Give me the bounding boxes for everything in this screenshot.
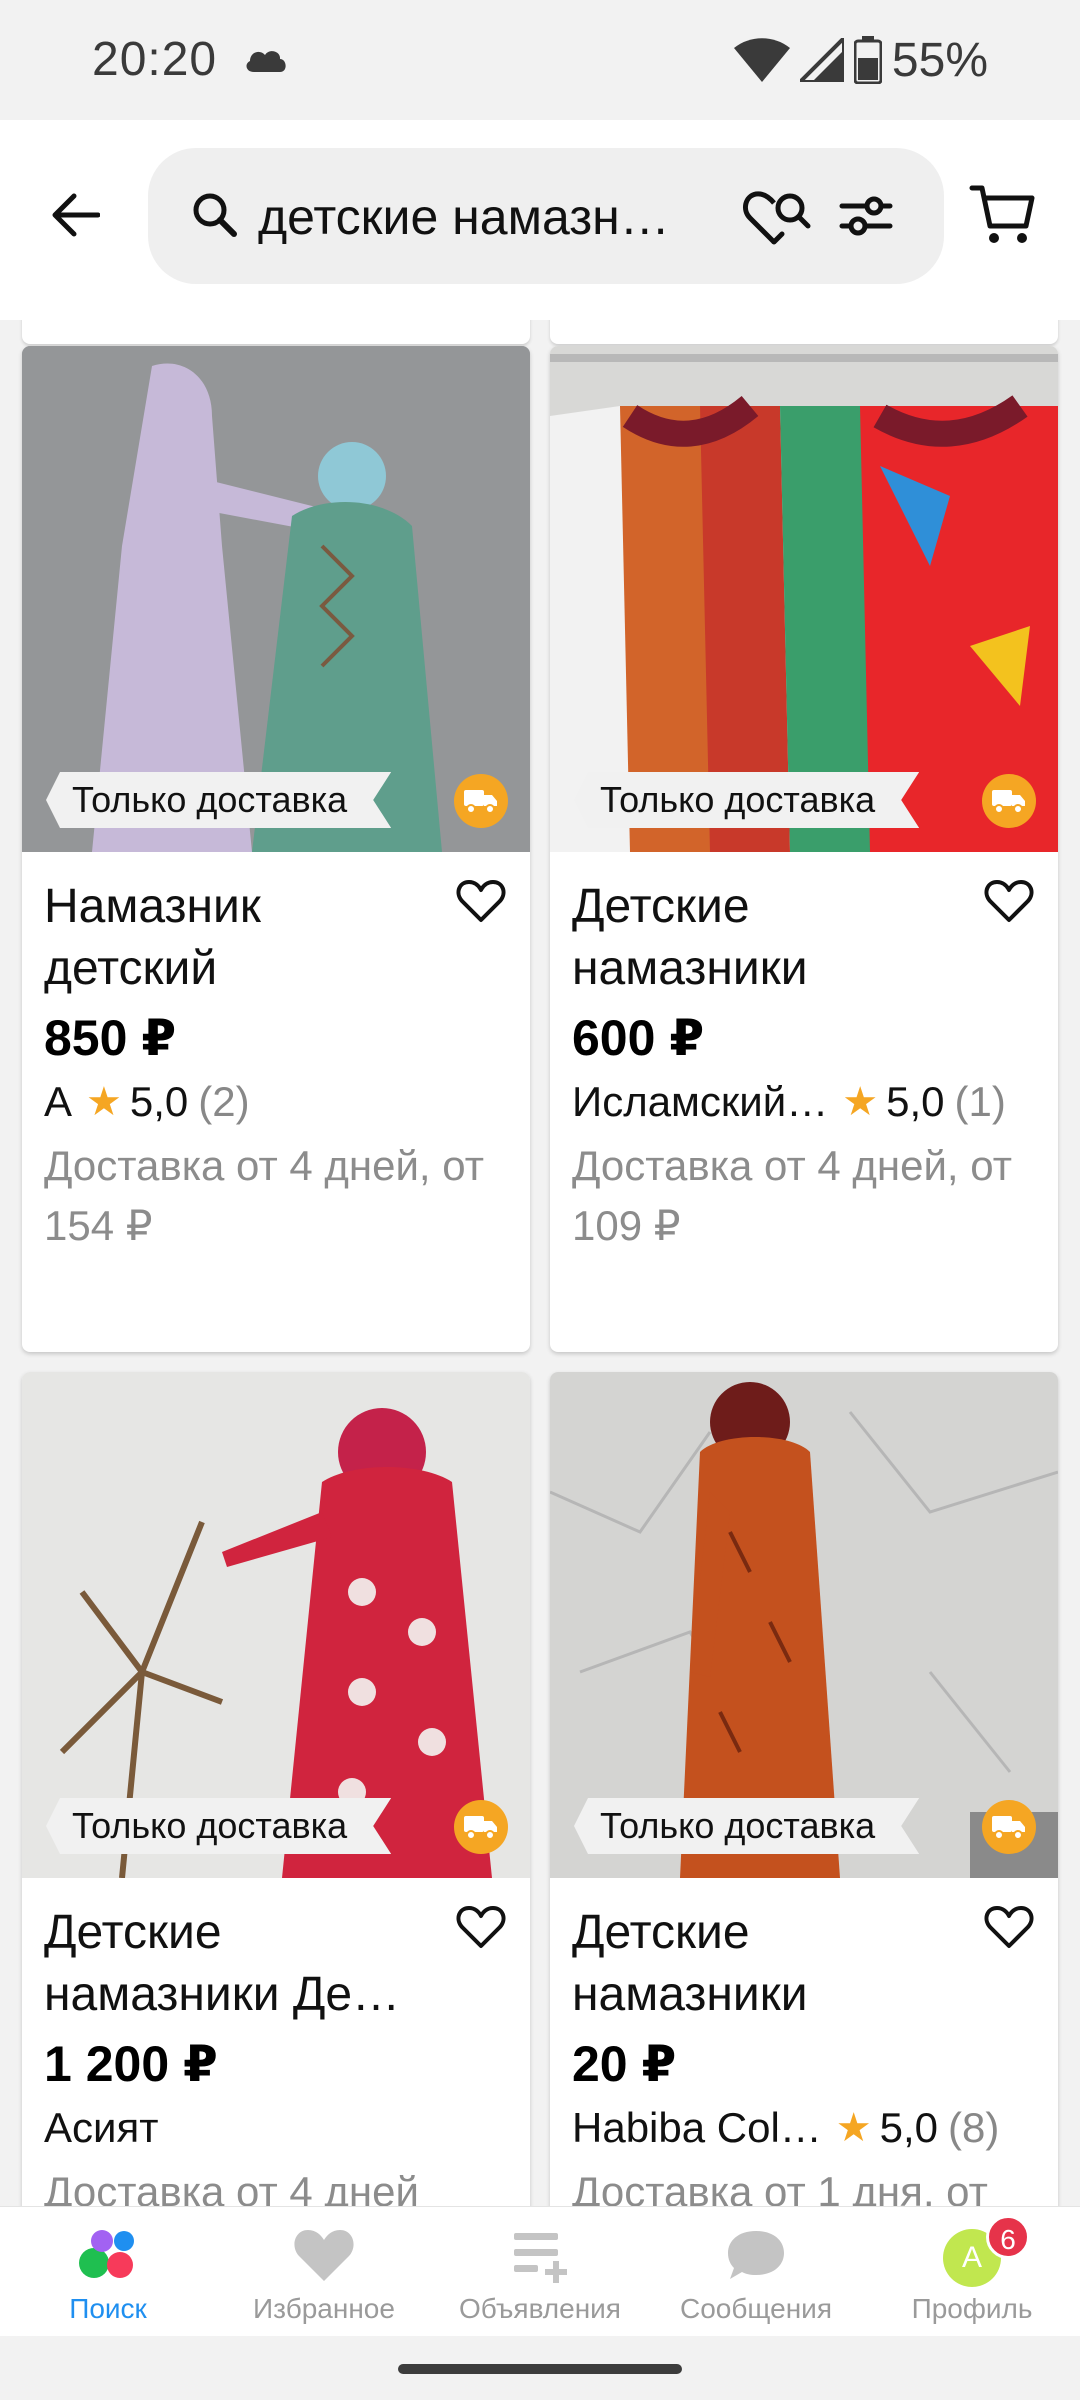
search-icon — [193, 193, 237, 237]
back-button[interactable] — [40, 180, 110, 250]
delivery-info: Доставка от 4 дней — [44, 2168, 419, 2206]
delivery-info: Доставка от 1 дня, от — [572, 2168, 988, 2206]
seller-row: Исламский… ★ 5,0 (1) — [572, 1072, 1036, 1132]
heart-icon[interactable] — [456, 1904, 506, 1950]
search-tab-icon — [79, 2230, 134, 2278]
nav-search[interactable]: Поиск — [0, 2207, 216, 2337]
signal-icon — [799, 38, 844, 82]
add-listing-icon — [514, 2233, 567, 2283]
filter-icon[interactable] — [838, 188, 894, 244]
seller-rating: 5,0 — [129, 1078, 189, 1125]
star-icon: ★ — [842, 1080, 879, 1124]
heart-icon[interactable] — [984, 878, 1034, 924]
heart-icon[interactable] — [456, 878, 506, 924]
product-title[interactable]: Детские намазники — [572, 1902, 972, 2026]
home-gesture-bar[interactable] — [398, 2364, 682, 2374]
truck-icon — [982, 1800, 1036, 1854]
product-feed[interactable]: Только доставка Намазник детский 850 ₽ А… — [0, 320, 1080, 2206]
product-image[interactable]: Только доставка — [22, 346, 530, 852]
wifi-icon — [733, 38, 790, 82]
review-count: (1) — [954, 1078, 1006, 1125]
battery-level: 55% — [891, 33, 988, 87]
product-price: 1 200 ₽ — [44, 2036, 218, 2092]
delivery-only-badge: Только доставка — [574, 772, 919, 828]
nav-label: Поиск — [69, 2293, 147, 2324]
review-count: (2) — [198, 1078, 250, 1125]
product-image[interactable]: Только доставка — [550, 346, 1058, 852]
product-price: 600 ₽ — [572, 1010, 705, 1066]
product-card[interactable]: Только доставка Детские намазники Де… 1 … — [22, 1372, 530, 2206]
arrow-left-icon — [52, 193, 100, 237]
gesture-area — [0, 2336, 1080, 2400]
search-query: детские намазн… — [258, 189, 670, 245]
seller-row: Habiba Col… ★ 5,0 (8) — [572, 2098, 1036, 2158]
nav-label: Избранное — [253, 2293, 395, 2324]
delivery-info: Доставка от 4 дней, от 109 ₽ — [572, 1142, 1012, 1249]
save-search-icon[interactable] — [742, 184, 812, 248]
nav-messages[interactable]: Сообщения — [648, 2207, 864, 2337]
status-time: 20:20 — [92, 33, 218, 86]
product-title[interactable]: Намазник детский — [44, 876, 444, 1000]
product-card[interactable]: Только доставка Намазник детский 850 ₽ А… — [22, 346, 530, 1352]
truck-icon — [454, 774, 508, 828]
cloud-icon — [246, 51, 286, 72]
product-card[interactable]: Только доставка Детские намазники 600 ₽ … — [550, 346, 1058, 1352]
star-icon: ★ — [86, 1080, 122, 1124]
star-icon: ★ — [835, 2106, 872, 2150]
seller-row: А ★ 5,0 (2) — [44, 1072, 508, 1132]
product-image[interactable]: Только доставка — [550, 1372, 1058, 1878]
search-header: детские намазн… — [0, 120, 1080, 320]
seller-name: Исламский… — [572, 1078, 829, 1125]
truck-icon — [454, 1800, 508, 1854]
status-bar: 20:20 55% — [0, 0, 1080, 120]
previous-card-edge — [22, 320, 530, 344]
product-image[interactable]: Только доставка — [22, 1372, 530, 1878]
nav-label: Объявления — [459, 2293, 621, 2324]
cart-icon[interactable] — [968, 178, 1038, 248]
product-title[interactable]: Детские намазники Де… — [44, 1902, 444, 2026]
notification-badge: 6 — [986, 2215, 1030, 2259]
nav-favorites[interactable]: Избранное — [216, 2207, 432, 2337]
search-input[interactable]: детские намазн… — [148, 148, 944, 284]
product-card[interactable]: Только доставка Детские намазники 20 ₽ H… — [550, 1372, 1058, 2206]
product-title[interactable]: Детские намазники — [572, 876, 972, 1000]
seller-rating: 5,0 — [879, 2104, 939, 2151]
chat-bubble-icon — [728, 2231, 784, 2279]
product-price: 20 ₽ — [572, 2036, 677, 2092]
heart-icon[interactable] — [984, 1904, 1034, 1950]
nav-ads[interactable]: Объявления — [432, 2207, 648, 2337]
nav-profile[interactable]: А 6 Профиль — [864, 2207, 1080, 2337]
truck-icon — [982, 774, 1036, 828]
seller-row: Асият — [44, 2098, 508, 2158]
delivery-only-badge: Только доставка — [46, 1798, 391, 1854]
heart-icon — [294, 2230, 354, 2281]
delivery-info: Доставка от 4 дней, от 154 ₽ — [44, 1142, 484, 1249]
previous-card-edge — [550, 320, 1058, 344]
delivery-only-badge: Только доставка — [574, 1798, 919, 1854]
seller-name: А — [44, 1078, 73, 1125]
bottom-navigation: Поиск Избранное Объявления Сообщения А 6… — [0, 2206, 1080, 2336]
battery-icon — [853, 36, 882, 84]
seller-name: Асият — [44, 2104, 159, 2151]
nav-label: Профиль — [911, 2293, 1033, 2324]
product-price: 850 ₽ — [44, 1010, 177, 1066]
delivery-only-badge: Только доставка — [46, 772, 391, 828]
review-count: (8) — [948, 2104, 1000, 2151]
seller-rating: 5,0 — [886, 1078, 945, 1125]
nav-label: Сообщения — [680, 2293, 832, 2324]
seller-name: Habiba Col… — [572, 2104, 822, 2151]
